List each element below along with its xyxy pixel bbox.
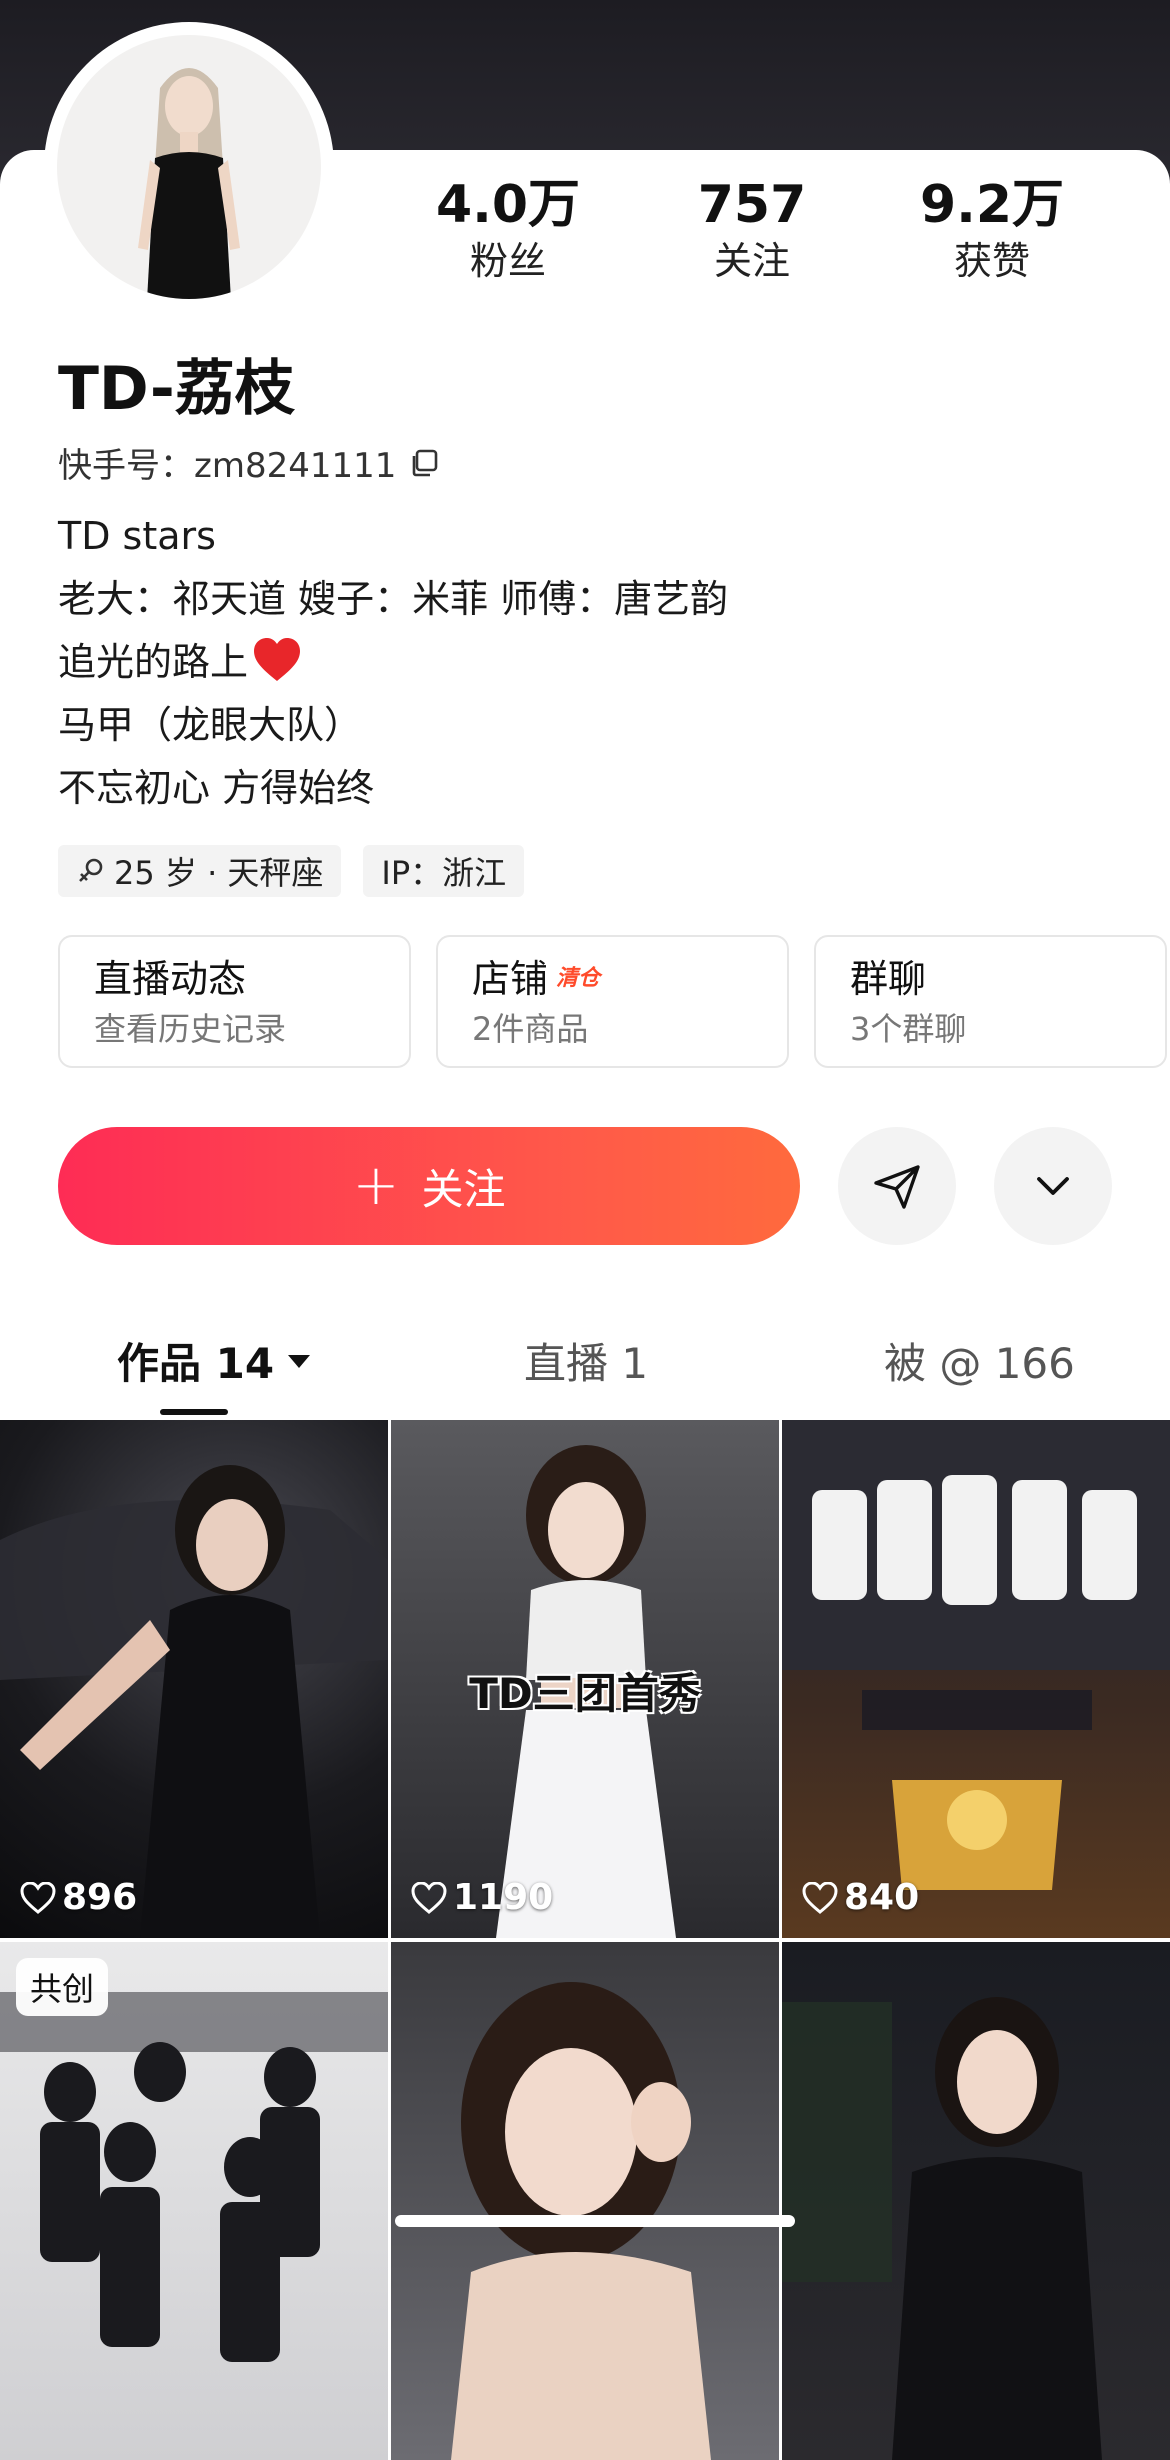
video-title-overlay: TD三团首秀 xyxy=(469,1669,701,1718)
tab-label: 直播 1 xyxy=(524,1339,649,1388)
video-thumbnail xyxy=(0,1992,388,2362)
plus-icon: + xyxy=(352,1153,400,1218)
follow-label: 关注 xyxy=(421,1164,506,1214)
bio-line: 不忘初心 方得始终 xyxy=(58,766,375,810)
heart-icon xyxy=(20,1881,56,1914)
card-title: 店铺 xyxy=(472,957,549,1001)
tab-live[interactable]: 直播 1 xyxy=(524,1330,648,1391)
card-shop[interactable]: 店铺 清仓 2件商品 xyxy=(436,935,789,1068)
tab-label: 被 @ 166 xyxy=(884,1339,1075,1388)
followers-label: 粉丝 xyxy=(469,239,546,283)
likes-count: 9.2万 xyxy=(919,175,1065,235)
video-tile[interactable]: 共创 xyxy=(0,1942,388,2460)
caret-down-icon xyxy=(288,1354,311,1368)
profile-name: TD-荔枝 xyxy=(58,354,295,424)
more-button[interactable] xyxy=(994,1127,1112,1245)
card-subtitle: 2件商品 xyxy=(472,1010,589,1048)
home-indicator xyxy=(395,2215,795,2227)
video-tile[interactable]: 840 xyxy=(782,1420,1170,1938)
video-thumbnail xyxy=(782,1420,1170,1890)
video-thumbnail xyxy=(0,1465,388,1938)
followers-count: 4.0万 xyxy=(435,175,581,235)
bio-line: 追光的路上 xyxy=(58,640,249,684)
avatar-image xyxy=(57,35,321,299)
following-label: 关注 xyxy=(713,239,790,283)
stat-followers[interactable]: 4.0万 粉丝 xyxy=(408,175,608,285)
red-heart-icon xyxy=(254,638,301,681)
kuaishou-id: 快手号：zm8241111 xyxy=(58,446,397,486)
like-count-value: 840 xyxy=(844,1877,920,1918)
stat-following[interactable]: 757 关注 xyxy=(652,175,852,285)
video-tile[interactable]: 896 xyxy=(0,1420,388,1938)
card-group-chat[interactable]: 群聊 3个群聊 xyxy=(814,935,1167,1068)
ip-tag: IP：浙江 xyxy=(363,845,525,897)
likes-label: 获赞 xyxy=(953,239,1030,283)
heart-icon xyxy=(411,1881,447,1914)
bio-line-with-emoji: 追光的路上 xyxy=(58,631,728,694)
video-thumbnail xyxy=(451,1982,711,2460)
card-title: 群聊 xyxy=(850,957,927,1001)
gender-female-icon xyxy=(79,858,103,882)
chevron-down-icon xyxy=(1037,1177,1069,1195)
card-live-history[interactable]: 直播动态 查看历史记录 xyxy=(58,935,411,1068)
bio-line: 马甲（龙眼大队） xyxy=(58,703,363,747)
following-count: 757 xyxy=(697,175,807,235)
age-tag-label: 25 岁 · 天秤座 xyxy=(114,854,324,892)
tab-label: 作品 14 xyxy=(117,1339,275,1388)
tab-works[interactable]: 作品 14 xyxy=(117,1330,312,1391)
stat-likes[interactable]: 9.2万 获赞 xyxy=(892,175,1092,285)
bio-line: 老大：祁天道 嫂子：米菲 师傅：唐艺韵 xyxy=(58,577,729,621)
like-count: 896 xyxy=(20,1877,137,1918)
send-icon xyxy=(874,1165,920,1209)
active-tab-indicator xyxy=(160,1409,228,1415)
tab-mentions[interactable]: 被 @ 166 xyxy=(884,1330,1075,1391)
kuaishou-id-row[interactable]: 快手号：zm8241111 xyxy=(58,438,440,487)
heart-icon xyxy=(802,1881,838,1914)
bio: TD stars 老大：祁天道 嫂子：米菲 师傅：唐艺韵 追光的路上 马甲（龙眼… xyxy=(58,505,728,820)
follow-button[interactable]: + 关注 xyxy=(58,1127,800,1245)
video-grid: 896 TD三团首秀 1190 840 共创 xyxy=(0,1420,1170,2460)
card-subtitle: 查看历史记录 xyxy=(94,1010,287,1048)
card-title: 直播动态 xyxy=(94,957,247,1001)
clearance-badge: 清仓 xyxy=(556,966,601,991)
like-count: 840 xyxy=(802,1877,919,1918)
bio-line: TD stars xyxy=(58,514,216,558)
video-thumbnail xyxy=(782,1997,1102,2460)
share-button[interactable] xyxy=(838,1127,956,1245)
ip-tag-label: IP：浙江 xyxy=(381,854,507,892)
like-count-value: 1190 xyxy=(453,1877,554,1918)
video-tile[interactable] xyxy=(391,1942,779,2460)
video-tile[interactable]: TD三团首秀 1190 xyxy=(391,1420,779,1938)
collab-badge: 共创 xyxy=(16,1958,109,2016)
avatar[interactable] xyxy=(50,28,328,306)
card-subtitle: 3个群聊 xyxy=(850,1010,967,1048)
like-count-value: 896 xyxy=(62,1877,138,1918)
content-tabs: 作品 14 直播 1 被 @ 166 xyxy=(0,1330,1170,1420)
video-tile[interactable] xyxy=(782,1942,1170,2460)
profile-tags: 25 岁 · 天秤座 IP：浙江 xyxy=(58,845,525,897)
feature-cards: 直播动态 查看历史记录 店铺 清仓 2件商品 群聊 3个群聊 xyxy=(58,935,1167,1068)
copy-icon[interactable] xyxy=(408,447,440,479)
like-count: 1190 xyxy=(411,1877,553,1918)
age-tag: 25 岁 · 天秤座 xyxy=(58,845,342,897)
